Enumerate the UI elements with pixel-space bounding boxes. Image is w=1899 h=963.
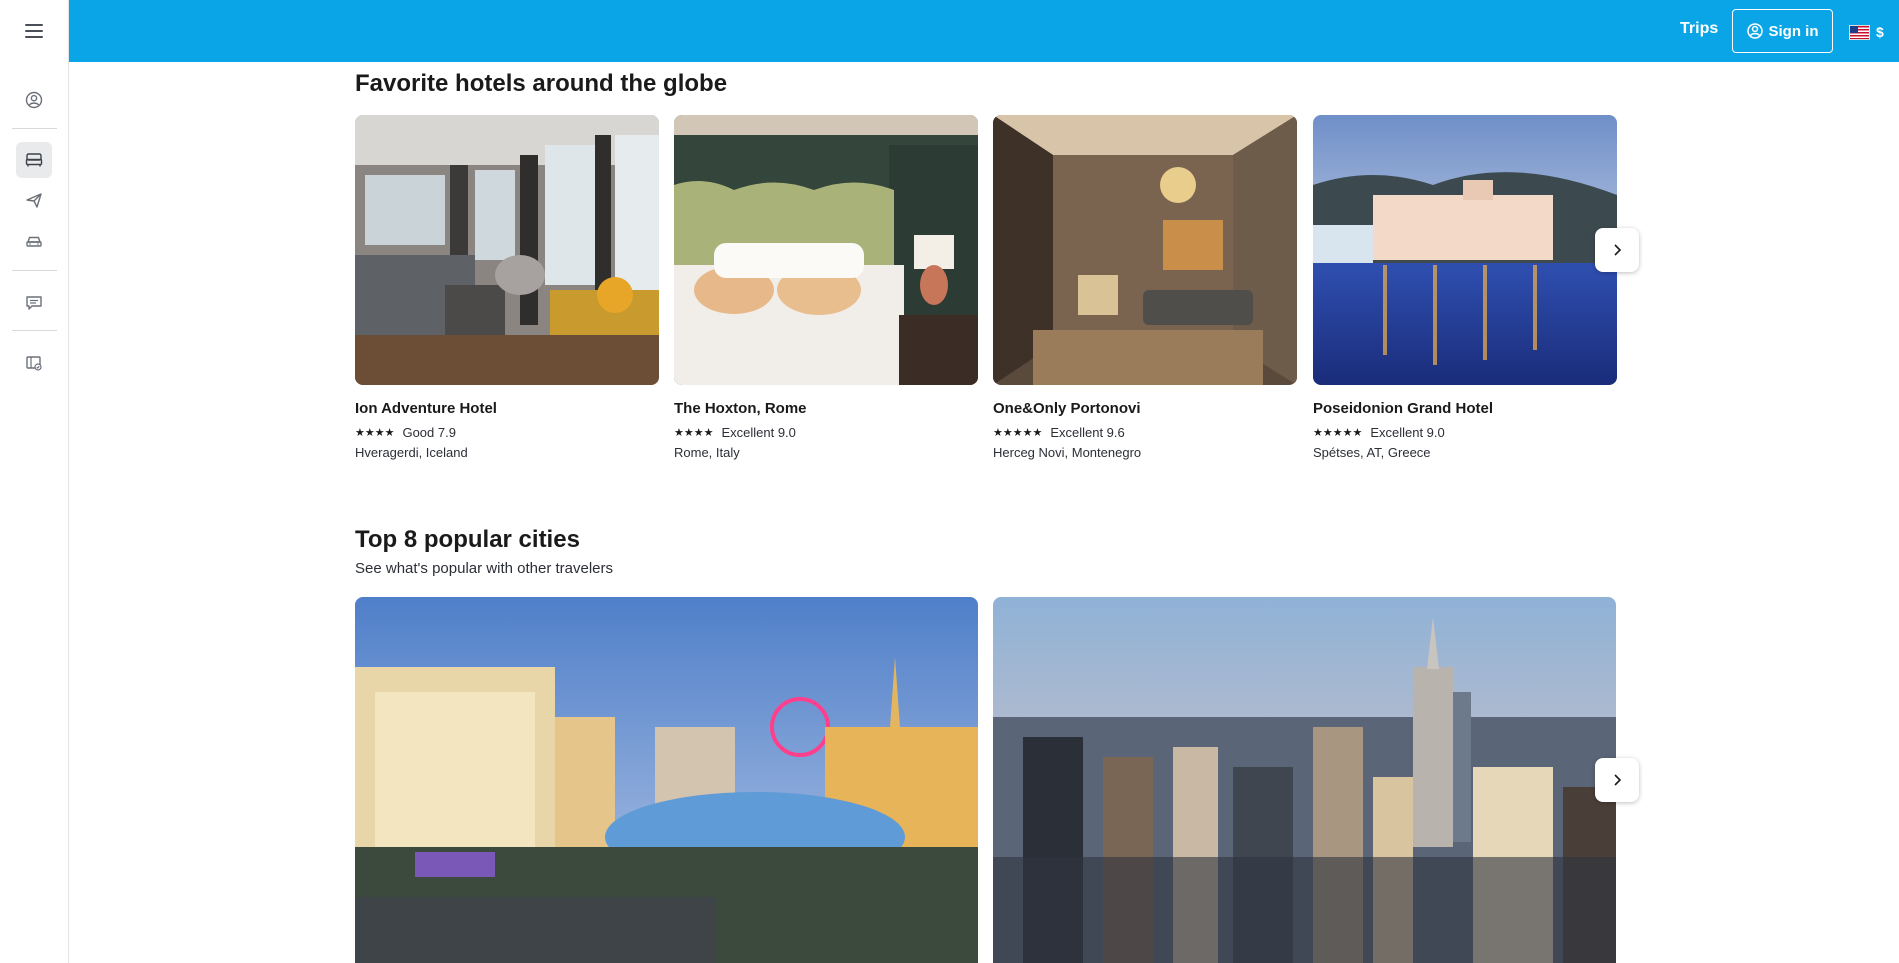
hotel-card[interactable]: Poseidonion Grand Hotel ★★★★★ Excellent …	[1313, 115, 1617, 465]
star-rating: ★★★★	[674, 427, 714, 439]
hotel-image	[1313, 115, 1617, 385]
sidebar-item-trips[interactable]	[16, 345, 52, 381]
sidebar-divider	[12, 128, 57, 129]
hotel-location: Hveragerdi, Iceland	[355, 445, 468, 460]
hotel-name: One&Only Portonovi	[993, 400, 1141, 417]
hotel-rating: ★★★★ Excellent 9.0	[674, 425, 796, 440]
city-image	[355, 597, 978, 963]
hotel-location: Spétses, AT, Greece	[1313, 445, 1431, 460]
hotel-rating: ★★★★★ Excellent 9.6	[993, 425, 1125, 440]
sidebar-item-account[interactable]	[16, 82, 52, 118]
car-icon	[26, 236, 42, 247]
star-rating: ★★★★★	[1313, 427, 1363, 439]
left-sidebar	[0, 62, 69, 963]
hotel-name: Poseidonion Grand Hotel	[1313, 400, 1494, 417]
currency-label: $	[1876, 24, 1884, 40]
city-card[interactable]	[993, 597, 1616, 963]
top-navigation-bar: Trips Sign in $	[0, 0, 1899, 62]
us-flag-icon	[1849, 24, 1870, 40]
review-score: Excellent 9.6	[1050, 425, 1125, 440]
hotel-image	[993, 115, 1297, 385]
menu-area	[0, 0, 69, 62]
cities-section-title: Top 8 popular cities	[355, 526, 580, 553]
review-score: Excellent 9.0	[1370, 425, 1445, 440]
review-score: Excellent 9.0	[721, 425, 796, 440]
hotel-location: Rome, Italy	[674, 445, 740, 460]
city-image	[993, 597, 1616, 963]
city-card[interactable]	[355, 597, 978, 963]
hotel-card[interactable]: One&Only Portonovi ★★★★★ Excellent 9.6 H…	[993, 115, 1297, 465]
sidebar-item-flights[interactable]	[16, 182, 52, 218]
sidebar-item-cars[interactable]	[16, 223, 52, 259]
hotel-name: The Hoxton, Rome	[674, 400, 807, 417]
sidebar-item-messages[interactable]	[16, 285, 52, 321]
star-rating: ★★★★★	[993, 427, 1043, 439]
hotel-image	[355, 115, 659, 385]
trips-link[interactable]: Trips	[1680, 20, 1718, 38]
chevron-right-icon	[1614, 244, 1622, 256]
trips-ticket-icon	[26, 356, 42, 371]
hotel-card[interactable]: Ion Adventure Hotel ★★★★ Good 7.9 Hverag…	[355, 115, 659, 465]
sign-in-label: Sign in	[1768, 22, 1819, 40]
sidebar-divider	[12, 330, 57, 331]
hotel-location: Herceg Novi, Montenegro	[993, 445, 1142, 460]
hotel-rating: ★★★★ Good 7.9	[355, 425, 456, 440]
sidebar-divider	[12, 270, 57, 271]
cities-section-subtitle: See what's popular with other travelers	[355, 560, 613, 577]
account-circle-icon	[25, 91, 43, 109]
bed-icon	[25, 153, 43, 167]
sign-in-button[interactable]: Sign in	[1732, 9, 1833, 53]
user-circle-icon	[1746, 23, 1763, 39]
review-score: Good 7.9	[402, 425, 456, 440]
chevron-right-icon	[1614, 774, 1622, 786]
hotel-name: Ion Adventure Hotel	[355, 400, 497, 417]
hotels-next-button[interactable]	[1595, 228, 1639, 272]
locale-currency-selector[interactable]: $	[1849, 24, 1884, 40]
hotel-card[interactable]: The Hoxton, Rome ★★★★ Excellent 9.0 Rome…	[674, 115, 978, 465]
hotels-section-title: Favorite hotels around the globe	[355, 70, 728, 97]
star-rating: ★★★★	[355, 427, 395, 439]
cities-next-button[interactable]	[1595, 758, 1639, 802]
hamburger-menu-icon[interactable]	[25, 24, 43, 38]
chat-icon	[26, 296, 42, 310]
hotel-image	[674, 115, 978, 385]
plane-icon	[26, 193, 42, 208]
hotel-rating: ★★★★★ Excellent 9.0	[1313, 425, 1445, 440]
sidebar-item-stays[interactable]	[16, 142, 52, 178]
